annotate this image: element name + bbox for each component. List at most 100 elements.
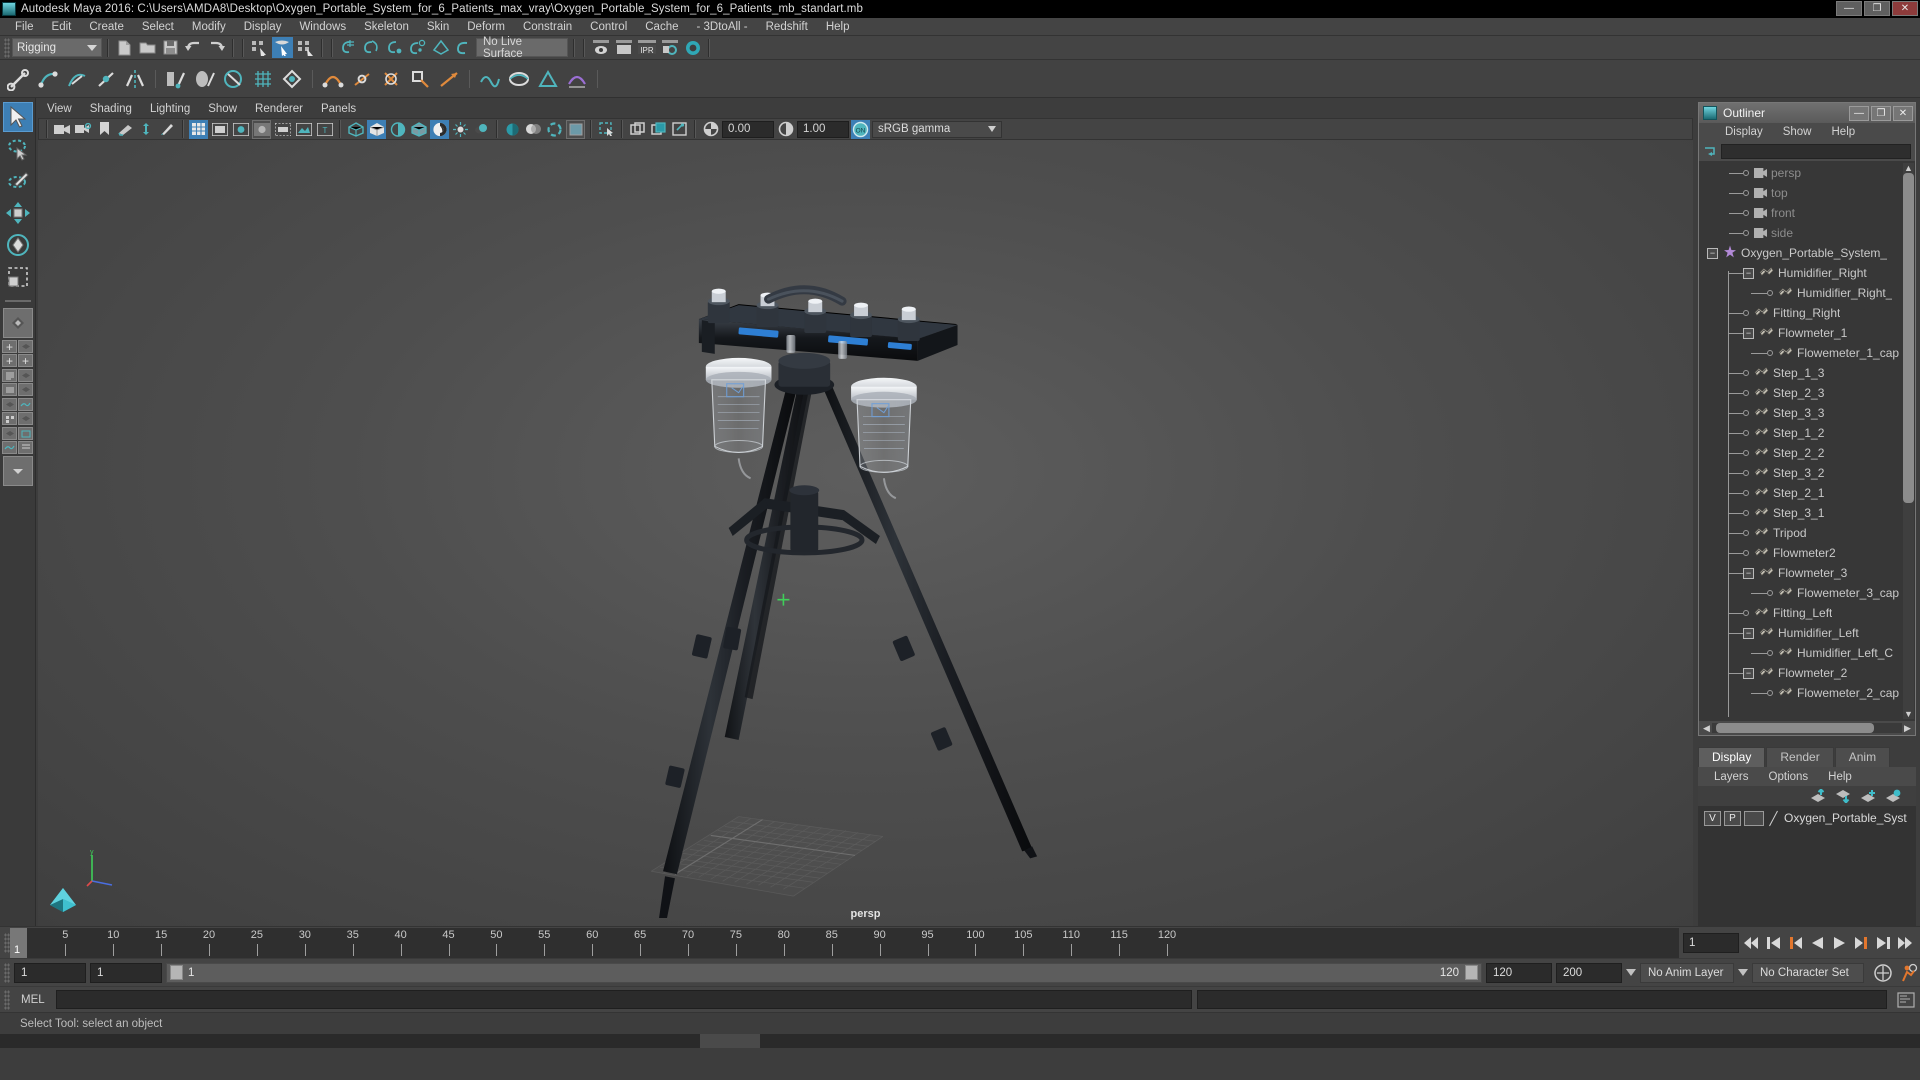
layer-color-swatch[interactable] xyxy=(1767,811,1781,826)
step-forward-frame-icon[interactable] xyxy=(1875,934,1892,951)
outliner-item-step-2-2[interactable]: Step_2_2 xyxy=(1699,443,1915,463)
menu-display[interactable]: Display xyxy=(235,18,291,36)
shelf-parent-constraint-icon[interactable] xyxy=(320,66,346,92)
snap-to-view-plane-icon[interactable] xyxy=(430,37,451,58)
playback-start-field[interactable]: 1 xyxy=(90,962,162,983)
scroll-down-arrow-icon[interactable]: ▼ xyxy=(1903,709,1914,719)
outliner-item-humidifier-right[interactable]: − Humidifier_Right xyxy=(1699,263,1915,283)
xray-icon[interactable] xyxy=(628,120,647,139)
outliner-hscroll-thumb[interactable] xyxy=(1716,723,1874,733)
outliner-item-persp[interactable]: persp xyxy=(1699,163,1915,183)
tree-expander-collapse[interactable]: − xyxy=(1743,627,1754,639)
render-region-icon[interactable] xyxy=(613,37,634,58)
snap-to-projected-center-icon[interactable] xyxy=(407,37,428,58)
move-tool-button[interactable] xyxy=(3,198,33,228)
shelf-wire-tool-icon[interactable] xyxy=(564,66,590,92)
go-to-start-icon[interactable] xyxy=(1743,934,1760,951)
outliner-scroll-thumb[interactable] xyxy=(1903,173,1914,503)
film-origin-icon[interactable] xyxy=(273,120,292,139)
outliner-hscroll-track[interactable] xyxy=(1712,723,1902,733)
tree-expander-collapse[interactable]: − xyxy=(1743,667,1754,679)
menu-windows[interactable]: Windows xyxy=(290,18,355,36)
command-input[interactable] xyxy=(55,990,1192,1009)
layout-four-view-button[interactable]: + xyxy=(2,340,17,353)
wireframe-on-shaded-icon[interactable] xyxy=(409,120,428,139)
menu-cache[interactable]: Cache xyxy=(636,18,687,36)
outliner-item-side[interactable]: side xyxy=(1699,223,1915,243)
layer-visibility-toggle[interactable]: V xyxy=(1704,810,1721,826)
tree-expander-collapse[interactable]: − xyxy=(1707,247,1718,259)
command-output[interactable] xyxy=(1197,990,1887,1009)
current-frame-field[interactable]: 1 xyxy=(1683,932,1739,953)
menuset-selector[interactable]: Rigging xyxy=(12,38,102,57)
maximize-button[interactable]: ❐ xyxy=(1864,1,1890,16)
shadows-icon[interactable] xyxy=(472,120,491,139)
shelf-joint-tool-icon[interactable] xyxy=(6,66,32,92)
menu-deform[interactable]: Deform xyxy=(458,18,514,36)
scroll-right-arrow-icon[interactable]: ▶ xyxy=(1902,723,1913,734)
shelf-ik-handle-icon[interactable] xyxy=(35,66,61,92)
outliner-minimize-button[interactable]: — xyxy=(1849,105,1869,121)
menu-edit[interactable]: Edit xyxy=(43,18,81,36)
more-layouts-button[interactable] xyxy=(2,456,33,486)
shelf-orient-constraint-icon[interactable] xyxy=(378,66,404,92)
ipr-render-icon[interactable]: IPR xyxy=(636,37,657,58)
create-empty-layer-icon[interactable] xyxy=(1860,789,1877,803)
taskbar-item[interactable] xyxy=(700,1034,760,1048)
time-slider[interactable]: 1 5 10 15 20 25 30 35 40 45 50 55 60 65 70 75 80 85 90 95 1… xyxy=(10,927,1679,958)
image-plane-icon[interactable] xyxy=(116,120,135,139)
anim-layer-selector[interactable]: No Anim Layer xyxy=(1640,962,1734,983)
outliner-item-step-1-3[interactable]: Step_1_3 xyxy=(1699,363,1915,383)
layer-menu-options[interactable]: Options xyxy=(1759,771,1819,783)
rotate-tool-button[interactable] xyxy=(3,230,33,260)
layout-outliner-persp-button[interactable] xyxy=(18,383,33,396)
layer-state-toggle[interactable] xyxy=(1744,810,1764,826)
menu-redshift[interactable]: Redshift xyxy=(757,18,817,36)
make-live-icon[interactable] xyxy=(453,37,474,58)
step-back-frame-icon[interactable] xyxy=(1765,934,1782,951)
scroll-up-arrow-icon[interactable]: ▲ xyxy=(1903,163,1914,173)
outliner-item-step-3-1[interactable]: Step_3_1 xyxy=(1699,503,1915,523)
outliner-maximize-button[interactable]: ❐ xyxy=(1871,105,1891,121)
use-default-light-icon[interactable] xyxy=(451,120,470,139)
layout-persp-outliner-alt-button[interactable] xyxy=(18,369,33,382)
film-gate-icon[interactable] xyxy=(210,120,229,139)
anim-start-field[interactable]: 1 xyxy=(14,962,86,983)
outliner-menu-show[interactable]: Show xyxy=(1773,126,1822,138)
tree-expander-collapse[interactable]: − xyxy=(1743,327,1754,339)
layout-persp-side-button[interactable] xyxy=(18,340,33,353)
layout-persp-graph-button[interactable] xyxy=(2,398,17,411)
scroll-left-arrow-icon[interactable]: ◀ xyxy=(1701,723,1712,734)
layer-row[interactable]: V P Oxygen_Portable_Syst xyxy=(1698,808,1916,828)
layer-playback-toggle[interactable]: P xyxy=(1724,810,1741,826)
step-back-key-icon[interactable] xyxy=(1787,934,1804,951)
outliner-close-button[interactable]: ✕ xyxy=(1893,105,1913,121)
grease-pencil-icon[interactable] xyxy=(158,120,177,139)
save-scene-icon[interactable] xyxy=(160,37,181,58)
grid-toggle-icon[interactable] xyxy=(189,119,208,139)
shelf-insert-joint-icon[interactable] xyxy=(93,66,119,92)
layout-two-pane-h-button[interactable]: + xyxy=(2,354,17,367)
viewport-menu-view[interactable]: View xyxy=(38,103,81,115)
move-layer-down-icon[interactable] xyxy=(1835,789,1852,803)
outliner-horizontal-scrollbar[interactable]: ◀ ▶ xyxy=(1699,721,1915,735)
shelf-bind-skin-icon[interactable] xyxy=(163,66,189,92)
redo-icon[interactable] xyxy=(206,37,227,58)
anim-end-field[interactable]: 200 xyxy=(1556,962,1622,983)
gate-mask-icon[interactable] xyxy=(252,119,271,139)
menu-modify[interactable]: Modify xyxy=(183,18,235,36)
outliner-item-humidifier-right[interactable]: Humidifier_Right_ xyxy=(1699,283,1915,303)
layout-hypergraph-button[interactable] xyxy=(18,412,33,425)
shelf-lattice-icon[interactable] xyxy=(250,66,276,92)
tab-anim[interactable]: Anim xyxy=(1834,747,1891,767)
outliner-item-flowmeter2[interactable]: Flowmeter2 xyxy=(1699,543,1915,563)
step-forward-key-icon[interactable] xyxy=(1853,934,1870,951)
select-by-component-icon[interactable] xyxy=(295,37,316,58)
exposure-field[interactable]: 0.00 xyxy=(722,120,774,138)
outliner-item-flowmeter-1[interactable]: − Flowmeter_1 xyxy=(1699,323,1915,343)
layer-menu-help[interactable]: Help xyxy=(1818,771,1862,783)
outliner-item-oxygen-portable-system[interactable]: − Oxygen_Portable_System_ xyxy=(1699,243,1915,263)
layout-two-pane-v-button[interactable]: + xyxy=(18,354,33,367)
textured-shading-icon[interactable] xyxy=(430,119,449,139)
outliner-item-fitting-right[interactable]: Fitting_Right xyxy=(1699,303,1915,323)
